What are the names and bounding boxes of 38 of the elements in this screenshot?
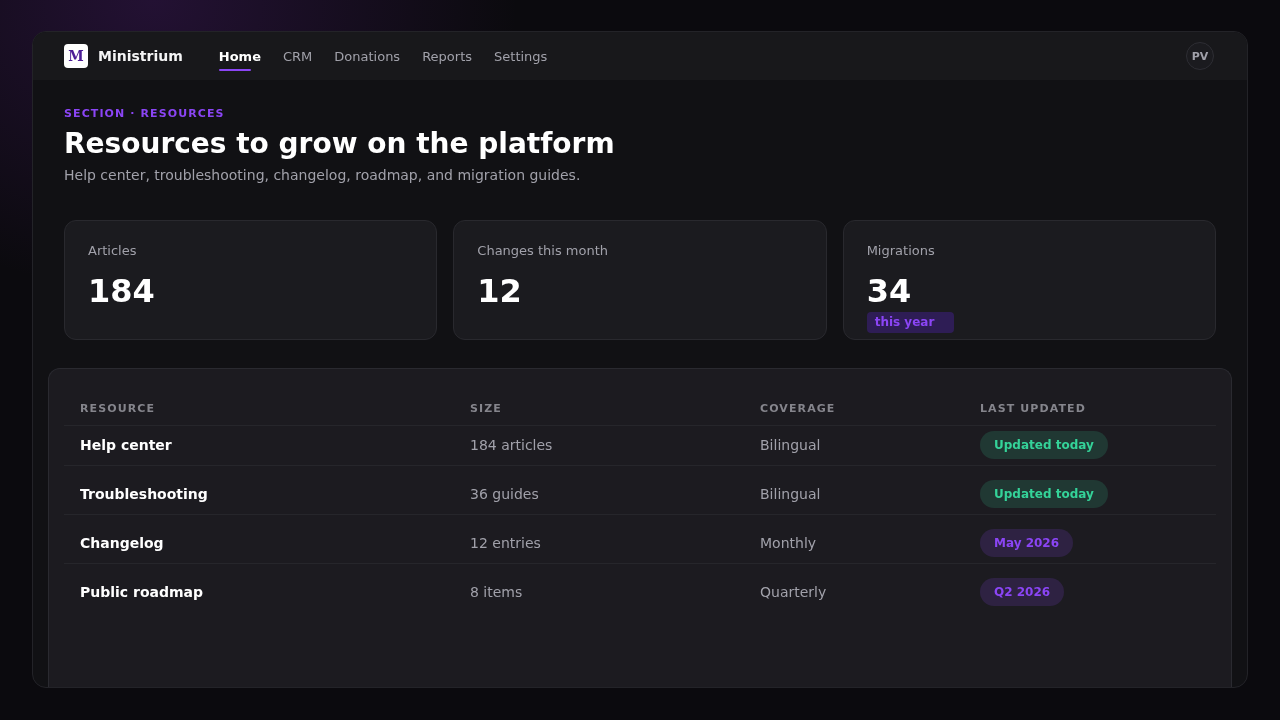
stat-tag: this year bbox=[866, 312, 955, 333]
coverage-cell: Quarterly bbox=[760, 584, 827, 600]
section-eyebrow: SECTION · RESOURCES bbox=[64, 107, 226, 121]
updated-status: Q2 2026 bbox=[980, 578, 1065, 606]
updated-status: May 2026 bbox=[980, 529, 1074, 557]
stat-label: Changes this month bbox=[477, 242, 609, 260]
size-cell: 12 entries bbox=[470, 535, 541, 551]
updated-status: Updated today bbox=[980, 431, 1108, 459]
brand-logo[interactable]: M bbox=[64, 44, 88, 68]
nav-tab[interactable]: Settings bbox=[494, 43, 548, 69]
size-cell: 8 items bbox=[470, 584, 523, 600]
updated-status: Updated today bbox=[980, 480, 1108, 508]
column-header: LAST UPDATED bbox=[979, 402, 1087, 415]
stat-value: 12 bbox=[477, 272, 522, 310]
size-cell: 184 articles bbox=[470, 437, 553, 453]
stat-label: Articles bbox=[88, 242, 137, 260]
stat-value: 34 bbox=[866, 272, 912, 310]
size-cell: 36 guides bbox=[470, 486, 539, 502]
user-avatar[interactable]: PV bbox=[1186, 42, 1214, 70]
coverage-cell: Bilingual bbox=[760, 437, 821, 453]
column-header: SIZE bbox=[469, 402, 503, 415]
coverage-cell: Monthly bbox=[760, 535, 817, 551]
brand-name: Ministrium bbox=[98, 48, 183, 64]
stat-value: 184 bbox=[88, 272, 155, 310]
column-header: RESOURCE bbox=[79, 402, 157, 415]
page-title: Resources to grow on the platform bbox=[64, 127, 616, 161]
coverage-cell: Bilingual bbox=[760, 486, 821, 502]
resource-name: Troubleshooting bbox=[80, 486, 208, 502]
page-subtitle: Help center, troubleshooting, changelog, roadmap, and migration guides. bbox=[64, 166, 582, 185]
stat-label: Migrations bbox=[866, 242, 935, 260]
resource-name: Public roadmap bbox=[80, 584, 204, 600]
nav-tab[interactable]: Donations bbox=[334, 43, 401, 69]
nav-tab[interactable]: Reports bbox=[422, 43, 473, 69]
nav-tab[interactable]: CRM bbox=[282, 43, 313, 69]
column-header: COVERAGE bbox=[759, 402, 837, 415]
nav-tab[interactable]: Home bbox=[218, 43, 261, 69]
resource-name: Help center bbox=[80, 437, 172, 453]
resource-name: Changelog bbox=[80, 535, 164, 551]
